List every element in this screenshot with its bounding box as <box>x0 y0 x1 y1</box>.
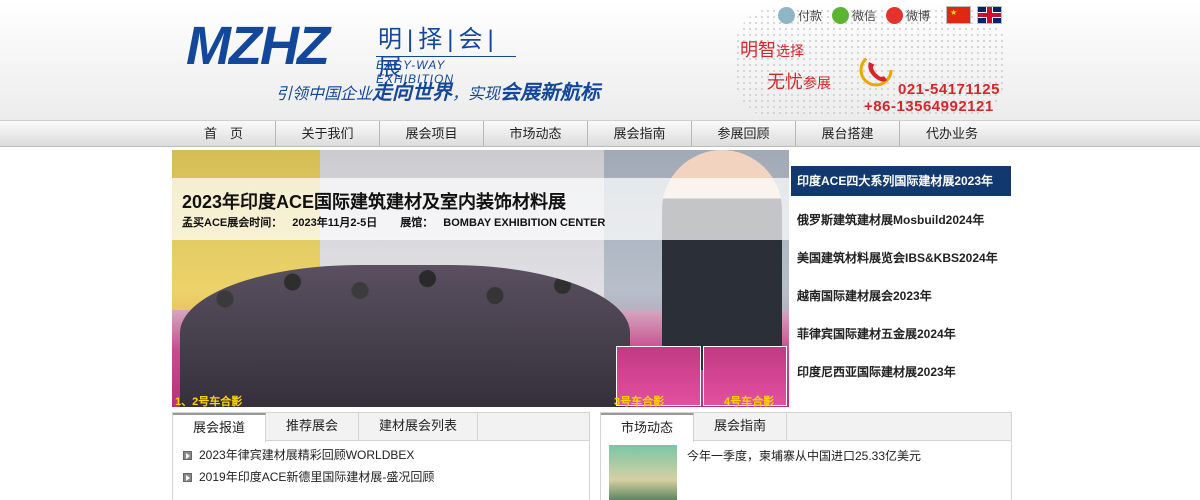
news-tabs: 展会报道 推荐展会 建材展会列表 <box>173 413 589 442</box>
expo-list: 印度ACE四大系列国际建材展2023年 俄罗斯建筑建材展Mosbuild2024… <box>791 166 1011 394</box>
banner-venue-label: 展馆： <box>400 217 434 229</box>
banner-time: 孟买ACE展会时间： 2023年11月2-5日 <box>182 217 387 229</box>
phone-icon <box>859 53 893 87</box>
slogan-emphasis-2: 会展新航标 <box>500 82 601 104</box>
banner-venue: 展馆： BOMBAY EXHIBITION CENTER <box>400 217 615 229</box>
banner-caption-3: 4号车合影 <box>724 396 775 407</box>
banner-title: 2023年印度ACE国际建筑建材及室内装饰材料展 <box>182 192 567 212</box>
china-flag-icon[interactable] <box>946 6 972 24</box>
nav-market[interactable]: 市场动态 <box>484 121 588 147</box>
market-panel: 市场动态 展会指南 今年一季度，柬埔寨从中国进口25.33亿美元 <box>600 412 1012 500</box>
tagline-line-2: 无忧参展 <box>767 68 831 94</box>
expo-item-vietnam[interactable]: 越南国际建材展会2023年 <box>791 280 1011 318</box>
uk-flag-icon[interactable] <box>977 6 1003 24</box>
banner-caption-1: 1、2号车合影 <box>175 396 243 407</box>
list-item[interactable]: 2019年印度ACE新德里国际建材展-盛况回顾 <box>183 466 579 488</box>
nav-home[interactable]: 首 页 <box>172 121 276 147</box>
nav-guide[interactable]: 展会指南 <box>588 121 692 147</box>
pay-link[interactable]: 付款 <box>778 6 823 24</box>
slogan-prefix: 引领中国企业 <box>276 86 373 103</box>
expo-item-philippines[interactable]: 菲律宾国际建材五金展2024年 <box>791 318 1011 356</box>
banner-caption-2: 3号车合影 <box>614 396 665 407</box>
weibo-label: 微博 <box>906 8 931 23</box>
wechat-icon <box>832 6 850 24</box>
banner-group-photo <box>180 265 630 407</box>
news-list: 2023年律宾建材展精彩回顾WORLDBEX 2019年印度ACE新德里国际建材… <box>173 441 589 491</box>
weibo-link[interactable]: 微博 <box>886 6 931 24</box>
market-tabs: 市场动态 展会指南 <box>601 413 1011 442</box>
expo-item-usa[interactable]: 美国建筑材料展览会IBS&KBS2024年 <box>791 242 1011 280</box>
hero-banner[interactable]: 2023年印度ACE国际建筑建材及室内装饰材料展 孟买ACE展会时间： 2023年… <box>172 150 789 407</box>
tagline-2-small: 参展 <box>803 75 831 91</box>
nav-projects[interactable]: 展会项目 <box>380 121 484 147</box>
logo-mark: MZHZ <box>186 16 330 76</box>
top-links: 付款 微信 微博 <box>778 4 1003 26</box>
tab-market-news[interactable]: 市场动态 <box>601 413 695 442</box>
phone-number-1: 021-54171125 <box>898 81 1000 98</box>
tagline-line-1: 明智选择 <box>740 36 804 62</box>
slogan: 引领中国企业走向世界，实现会展新航标 <box>276 76 600 105</box>
news-panel: 展会报道 推荐展会 建材展会列表 2023年律宾建材展精彩回顾WORLDBEX … <box>172 412 590 500</box>
market-news-thumbnail[interactable] <box>609 445 677 500</box>
phone-number-2: +86-13564992121 <box>864 98 994 115</box>
pay-label: 付款 <box>798 8 823 23</box>
nav-agency[interactable]: 代办业务 <box>900 121 1004 147</box>
tab-reports[interactable]: 展会报道 <box>173 413 267 442</box>
banner-info: 孟买ACE展会时间： 2023年11月2-5日 展馆： BOMBAY EXHIBIT… <box>182 214 625 230</box>
tagline-1-big: 明智 <box>740 40 776 60</box>
arrow-bullet-icon <box>183 472 192 482</box>
banner-time-value: 2023年11月2-5日 <box>292 217 378 229</box>
expo-item-russia[interactable]: 俄罗斯建筑建材展Mosbuild2024年 <box>791 204 1011 242</box>
news-title: 2019年印度ACE新德里国际建材展-盛况回顾 <box>199 470 435 484</box>
expo-item-india-ace[interactable]: 印度ACE四大系列国际建材展2023年 <box>791 166 1011 196</box>
weibo-icon <box>886 6 904 24</box>
wechat-link[interactable]: 微信 <box>832 6 877 24</box>
tagline-2-big: 无忧 <box>767 72 803 92</box>
list-item[interactable]: 2023年律宾建材展精彩回顾WORLDBEX <box>183 444 579 466</box>
nav-booth[interactable]: 展台搭建 <box>796 121 900 147</box>
nav-about[interactable]: 关于我们 <box>276 121 380 147</box>
tab-expo-guide[interactable]: 展会指南 <box>694 413 788 441</box>
pay-icon <box>778 6 795 24</box>
site-logo[interactable]: MZHZ 明|择|会|展 EASY-WAY EXHIBITION <box>186 16 516 86</box>
main-nav: 首 页 关于我们 展会项目 市场动态 展会指南 参展回顾 展台搭建 代办业务 <box>0 120 1200 147</box>
slogan-middle: ，实现 <box>452 86 501 103</box>
nav-review[interactable]: 参展回顾 <box>692 121 796 147</box>
banner-time-label: 孟买ACE展会时间： <box>182 217 283 229</box>
tab-building-expo-list[interactable]: 建材展会列表 <box>359 413 479 441</box>
expo-item-indonesia[interactable]: 印度尼西亚国际建材展2023年 <box>791 356 1011 394</box>
market-news-item[interactable]: 今年一季度，柬埔寨从中国进口25.33亿美元 <box>687 447 921 464</box>
site-header: MZHZ 明|择|会|展 EASY-WAY EXHIBITION 引领中国企业走… <box>0 0 1200 120</box>
tab-recommended[interactable]: 推荐展会 <box>266 413 360 441</box>
tagline-1-small: 选择 <box>776 43 804 59</box>
slogan-emphasis-1: 走向世界 <box>372 82 453 104</box>
arrow-bullet-icon <box>183 450 192 460</box>
banner-venue-value: BOMBAY EXHIBITION CENTER <box>443 217 606 229</box>
news-title: 2023年律宾建材展精彩回顾WORLDBEX <box>199 448 415 462</box>
wechat-label: 微信 <box>852 8 877 23</box>
